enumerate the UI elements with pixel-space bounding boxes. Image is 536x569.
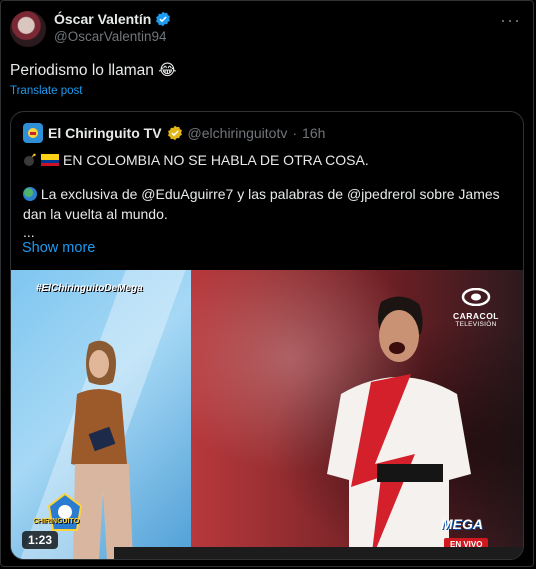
quoted-ellipsis: ... <box>23 224 35 240</box>
author-display-name[interactable]: Óscar Valentín <box>54 11 151 27</box>
caracol-subtitle: TELEVISIÓN <box>455 321 497 328</box>
quoted-time[interactable]: 16h <box>302 125 325 141</box>
quoted-header: El Chiringuito TV @elchiringuitotv · 16h <box>23 123 325 143</box>
quoted-avatar[interactable] <box>23 123 43 143</box>
chiringuito-logo-icon <box>28 128 38 138</box>
globe-emoji-icon <box>23 187 37 201</box>
verified-badge-icon <box>156 11 171 27</box>
bomb-emoji-icon <box>24 153 36 166</box>
colombia-flag-icon <box>41 154 59 166</box>
quoted-line-2: La exclusiva de @EduAguirre7 y las palab… <box>23 184 513 224</box>
quoted-tweet[interactable]: El Chiringuito TV @elchiringuitotv · 16h… <box>10 111 524 560</box>
caracol-logo: CARACOL TELEVISIÓN <box>451 287 501 328</box>
laughing-emoji-icon: 😂 <box>158 62 177 79</box>
caracol-logo-icon <box>461 287 491 307</box>
quoted-display-name[interactable]: El Chiringuito TV <box>48 125 162 141</box>
more-horizontal-icon[interactable]: ··· <box>500 10 521 31</box>
video-timestamp: 1:23 <box>22 531 59 549</box>
hashtag-overlay: #ElChiringuitoDeMega <box>36 283 143 294</box>
quoted-separator: · <box>292 125 298 141</box>
author-name-row: Óscar Valentín <box>54 11 171 27</box>
quoted-handle[interactable]: @elchiringuitotv <box>188 125 288 141</box>
caracol-name: CARACOL <box>453 311 499 321</box>
quoted-line-1-text: EN COLOMBIA NO SE HABLA DE OTRA COSA. <box>63 152 369 168</box>
quoted-line-2-text: La exclusiva de @EduAguirre7 y las palab… <box>23 186 500 222</box>
post-text-body: Periodismo lo llaman <box>10 62 154 79</box>
tweet-card: Óscar Valentín @OscarValentin94 ··· Peri… <box>0 0 534 567</box>
video-lower-bar <box>11 547 523 559</box>
translate-post-link[interactable]: Translate post <box>10 85 82 97</box>
author-handle[interactable]: @OscarValentin94 <box>54 29 167 44</box>
show-more-link[interactable]: Show more <box>22 240 95 256</box>
post-text: Periodismo lo llaman 😂 <box>10 61 176 80</box>
gold-verified-badge-icon <box>167 125 182 141</box>
author-avatar[interactable] <box>10 11 46 47</box>
video-player[interactable]: #ElChiringuitoDeMega CARACOL TELEVISIÓN … <box>11 270 523 559</box>
mega-logo: MEGA <box>441 516 483 532</box>
chiringuito-show-label: CHIRINGUITO <box>33 518 80 525</box>
quoted-line-1: EN COLOMBIA NO SE HABLA DE OTRA COSA. <box>23 152 369 168</box>
